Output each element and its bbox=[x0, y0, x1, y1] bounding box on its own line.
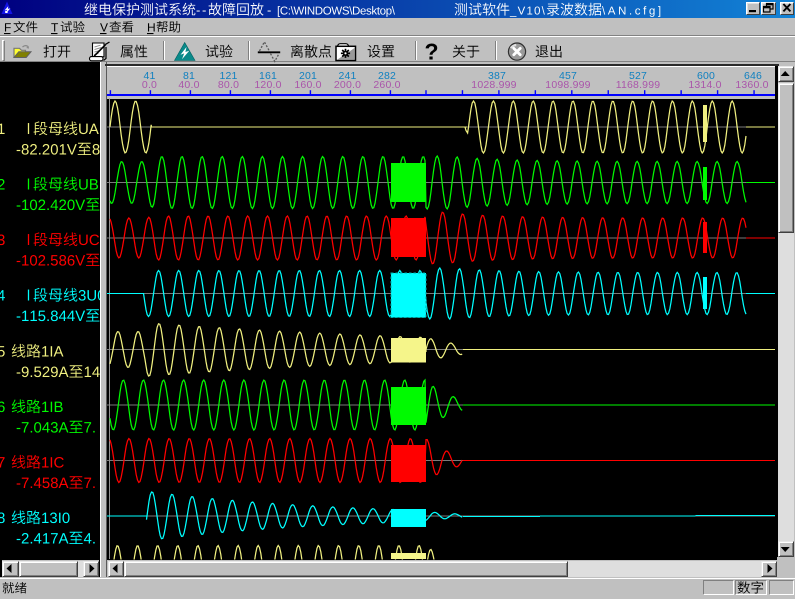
svg-text:?: ? bbox=[425, 39, 439, 65]
